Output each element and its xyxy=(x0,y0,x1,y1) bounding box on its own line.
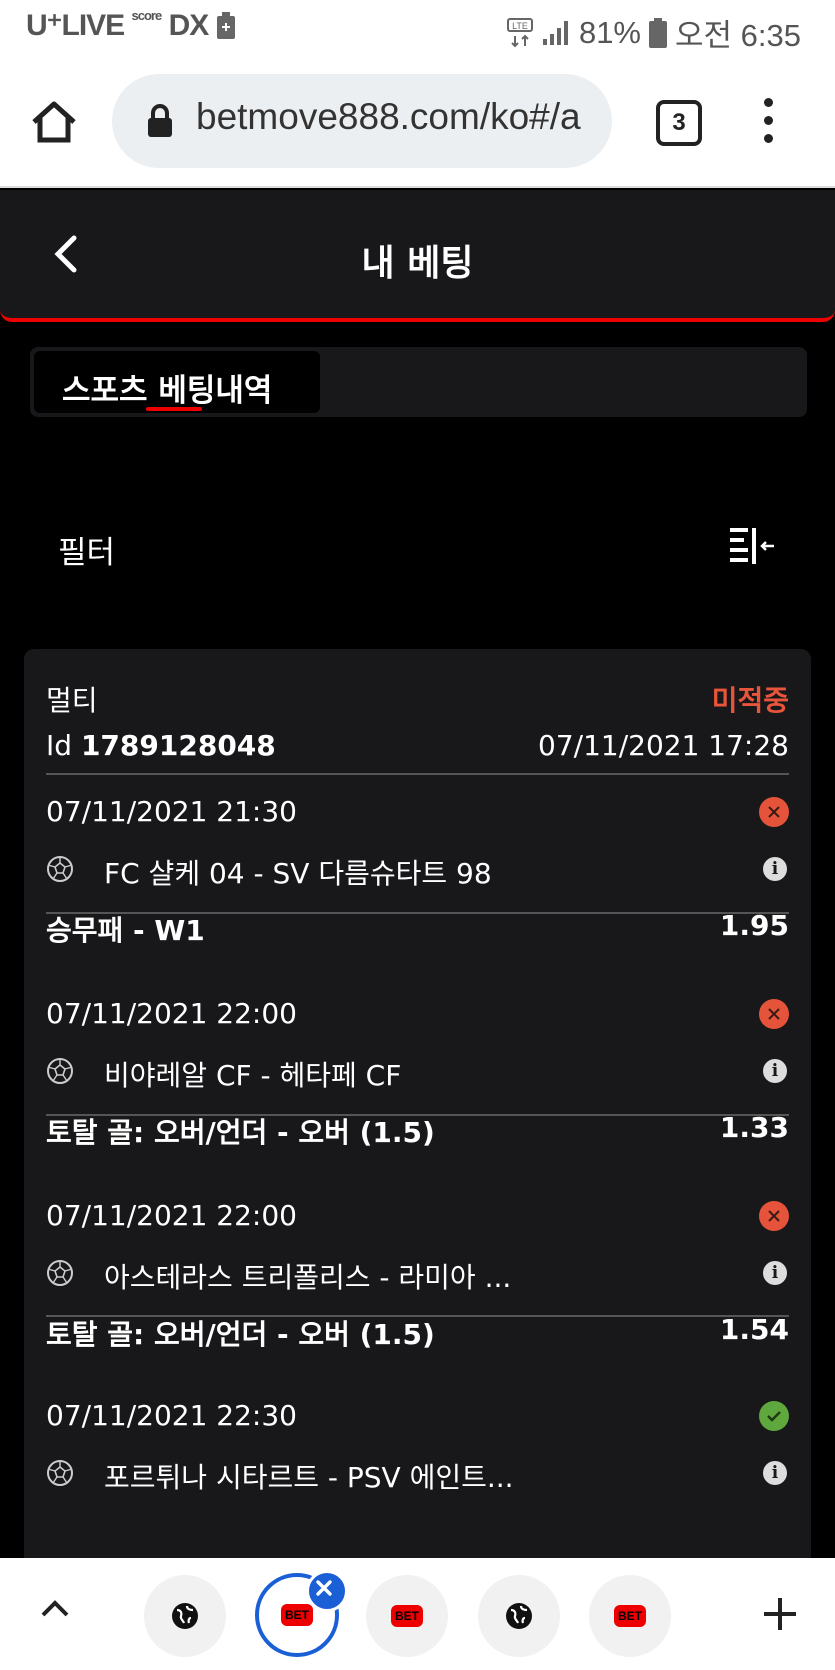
tab-bar: 스포츠 베팅내역 xyxy=(30,347,807,417)
lock-icon xyxy=(148,104,172,137)
bottom-tab-bar: BET BET BET xyxy=(0,1558,835,1670)
soccer-ball-icon xyxy=(47,856,73,882)
match-name: FC 샬케 04 - SV 다름슈타트 98 xyxy=(104,857,492,890)
info-icon[interactable]: i xyxy=(763,1059,787,1083)
url-text: betmove888.com/ko#/a xyxy=(196,96,581,137)
bet-logo-icon: BET xyxy=(614,1605,646,1627)
market-selection: 토탈 골: 오버/언더 - 오버 (1.5) xyxy=(46,1318,435,1351)
soccer-ball-icon xyxy=(47,1260,73,1286)
bet-logo-icon: BET xyxy=(281,1604,313,1626)
tab-switcher-button[interactable]: 3 xyxy=(656,100,702,146)
clock: 오전 6:35 xyxy=(675,18,801,53)
lost-icon xyxy=(759,1201,789,1231)
bet-logo-icon: BET xyxy=(391,1605,423,1627)
match-name: 비야레알 CF - 헤타페 CF xyxy=(104,1059,402,1092)
bet-leg[interactable]: 07/11/2021 21:30 FC 샬케 04 - SV 다름슈타트 98 … xyxy=(24,775,811,990)
address-bar[interactable]: betmove888.com/ko#/a xyxy=(112,74,612,168)
new-tab-icon[interactable] xyxy=(762,1596,798,1632)
match-name: 아스테라스 트리폴리스 - 라미아 ... xyxy=(104,1261,512,1294)
tab-thumbnail-bet[interactable]: BET xyxy=(366,1575,448,1657)
bet-placed-date: 07/11/2021 17:28 xyxy=(538,729,789,762)
leg-time: 07/11/2021 22:00 xyxy=(46,1199,297,1232)
lost-icon xyxy=(759,999,789,1029)
odds-value: 1.54 xyxy=(719,1313,789,1346)
tab-active-indicator xyxy=(146,407,202,411)
lost-icon xyxy=(759,797,789,827)
info-icon[interactable]: i xyxy=(763,857,787,881)
battery-percent: 81% xyxy=(578,14,641,50)
page-header: 내 베팅 xyxy=(0,190,835,322)
svg-text:LTE: LTE xyxy=(512,21,528,31)
home-icon[interactable] xyxy=(30,98,78,146)
globe-icon xyxy=(172,1603,198,1629)
bet-leg[interactable]: 07/11/2021 22:00 비야레알 CF - 헤타페 CF i 토탈 골… xyxy=(24,977,811,1192)
market-selection: 승무패 - W1 xyxy=(46,914,205,947)
browser-toolbar: betmove888.com/ko#/a 3 xyxy=(0,58,835,188)
carrier-logo: U⁺LIVE score DX xyxy=(26,8,209,42)
tab-thumbnail-globe[interactable] xyxy=(478,1575,560,1657)
filter-label[interactable]: 필터 xyxy=(58,527,115,572)
chevron-up-icon[interactable] xyxy=(40,1598,70,1618)
bet-card[interactable]: 멀티 미적중 Id 1789128048 07/11/2021 17:28 07… xyxy=(24,649,811,1649)
tab-sports-bet-history[interactable]: 스포츠 베팅내역 xyxy=(34,351,320,413)
more-menu-icon[interactable] xyxy=(762,98,774,144)
tab-thumbnail-bet[interactable]: BET xyxy=(589,1575,671,1657)
lte-icon: LTE xyxy=(506,17,533,47)
sim-icon xyxy=(217,11,236,39)
divider xyxy=(46,1114,789,1116)
won-icon xyxy=(759,1401,789,1431)
signal-icon xyxy=(542,20,568,45)
tab-thumbnail-globe[interactable] xyxy=(144,1575,226,1657)
bet-status: 미적중 xyxy=(711,684,789,717)
bet-leg[interactable]: 07/11/2021 22:00 아스테라스 트리폴리스 - 라미아 ... i… xyxy=(24,1179,811,1394)
leg-time: 07/11/2021 22:00 xyxy=(46,997,297,1030)
bet-type: 멀티 xyxy=(46,684,98,717)
leg-time: 07/11/2021 22:30 xyxy=(46,1399,297,1432)
status-bar: U⁺LIVE score DX LTE 81% 오전 6:35 xyxy=(0,0,835,58)
divider xyxy=(46,1315,789,1317)
soccer-ball-icon xyxy=(47,1058,73,1084)
tab-label: 스포츠 베팅내역 xyxy=(62,373,273,409)
info-icon[interactable]: i xyxy=(763,1261,787,1285)
info-icon[interactable]: i xyxy=(763,1461,787,1485)
battery-icon xyxy=(649,17,667,48)
filter-toggle-icon[interactable] xyxy=(728,526,776,566)
globe-icon xyxy=(506,1603,532,1629)
leg-time: 07/11/2021 21:30 xyxy=(46,795,297,828)
close-tab-icon[interactable] xyxy=(306,1570,348,1612)
bet-id: Id 1789128048 xyxy=(46,729,276,762)
market-selection: 토탈 골: 오버/언더 - 오버 (1.5) xyxy=(46,1116,435,1149)
soccer-ball-icon xyxy=(47,1460,73,1486)
match-name: 포르튀나 시타르트 - PSV 에인트... xyxy=(104,1461,514,1494)
divider xyxy=(46,912,789,914)
page-title: 내 베팅 xyxy=(361,243,474,284)
